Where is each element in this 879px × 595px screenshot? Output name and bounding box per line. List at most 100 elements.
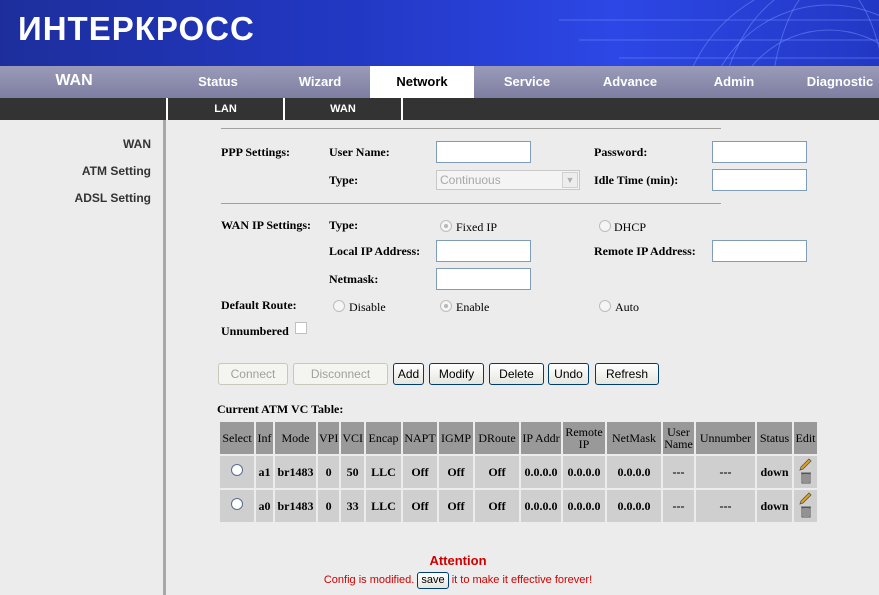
header-banner: ИНТЕРКРОСС: [0, 0, 879, 66]
save-button[interactable]: save: [417, 572, 449, 589]
row-select-radio[interactable]: [231, 498, 243, 510]
pencil-icon[interactable]: [798, 492, 812, 505]
table-cell: a1: [256, 456, 273, 488]
fixed-ip-label: Fixed IP: [456, 220, 498, 234]
table-cell: 0: [318, 490, 340, 522]
connect-button[interactable]: Connect: [218, 363, 288, 385]
subtab-lan[interactable]: LAN: [166, 98, 285, 120]
unnumbered-label: Unnumbered: [221, 324, 289, 338]
table-cell: br1483: [275, 456, 316, 488]
refresh-button[interactable]: Refresh: [595, 363, 659, 385]
sub-nav: LAN WAN: [0, 98, 879, 120]
route-disable-radio[interactable]: [333, 300, 345, 312]
col-header: VCI: [341, 422, 365, 454]
row-select-radio[interactable]: [231, 464, 243, 476]
remote-ip-label: Remote IP Address:: [594, 244, 696, 258]
table-cell: 0.0.0.0: [521, 490, 562, 522]
password-label: Password:: [594, 145, 648, 159]
section-title: WAN: [55, 72, 93, 89]
col-header: Mode: [275, 422, 316, 454]
username-label: User Name:: [329, 145, 390, 159]
add-button[interactable]: Add: [393, 363, 424, 385]
tab-diagnostic[interactable]: Diagnostic: [788, 66, 879, 98]
chevron-down-icon: ▼: [562, 172, 578, 188]
route-auto-radio[interactable]: [599, 300, 611, 312]
col-header: DRoute: [475, 422, 520, 454]
col-header: Encap: [366, 422, 402, 454]
col-header: Remote IP: [563, 422, 606, 454]
table-cell: Off: [439, 490, 474, 522]
trash-icon[interactable]: [800, 506, 811, 518]
ppp-type-label: Type:: [329, 173, 359, 187]
table-cell: 0.0.0.0: [521, 456, 562, 488]
sidebar-item-atm-setting[interactable]: ATM Setting: [82, 164, 151, 178]
col-header: NetMask: [607, 422, 662, 454]
undo-button[interactable]: Undo: [548, 363, 589, 385]
table-cell: 0.0.0.0: [563, 490, 606, 522]
main-nav: WAN Status Wizard Network Service Advanc…: [0, 66, 879, 98]
route-enable-radio[interactable]: [440, 300, 452, 312]
col-header: VPI: [318, 422, 340, 454]
col-header: User Name: [663, 422, 695, 454]
table-cell: Off: [439, 456, 474, 488]
idle-time-input[interactable]: [712, 169, 807, 191]
sidebar-item-adsl-setting[interactable]: ADSL Setting: [75, 191, 151, 205]
tab-advance[interactable]: Advance: [580, 66, 680, 98]
table-cell: 50: [341, 456, 365, 488]
attention-title: Attention: [429, 553, 487, 568]
col-header: Edit: [794, 422, 818, 454]
default-route-label: Default Route:: [221, 298, 297, 312]
sidebar-item-wan[interactable]: WAN: [123, 137, 151, 151]
unnumbered-checkbox[interactable]: [295, 322, 307, 334]
col-header: IGMP: [439, 422, 474, 454]
table-cell: Off: [403, 490, 438, 522]
tab-network[interactable]: Network: [370, 66, 474, 98]
table-cell: 0.0.0.0: [607, 490, 662, 522]
attention-pre-text: Config is modified.: [323, 574, 415, 586]
table-row: a1 br1483 0 50 LLC Off Off Off 0.0.0.0 0…: [220, 456, 818, 488]
attention-post-text: it to make it effective forever!: [451, 574, 593, 586]
disconnect-button[interactable]: Disconnect: [293, 363, 388, 385]
local-ip-input[interactable]: [436, 240, 531, 262]
table-cell: a0: [256, 490, 273, 522]
table-cell: Off: [475, 490, 520, 522]
select-cell: [220, 490, 254, 522]
subtab-wan[interactable]: WAN: [285, 98, 403, 120]
remote-ip-input[interactable]: [712, 240, 807, 262]
trash-icon[interactable]: [800, 472, 811, 484]
col-header: NAPT: [403, 422, 438, 454]
username-input[interactable]: [436, 141, 531, 163]
table-cell: ---: [663, 490, 695, 522]
table-cell: 0.0.0.0: [563, 456, 606, 488]
netmask-label: Netmask:: [329, 272, 379, 286]
vc-table-title: Current ATM VC Table:: [217, 402, 344, 416]
table-cell: LLC: [366, 456, 402, 488]
local-ip-label: Local IP Address:: [329, 244, 421, 258]
table-cell: down: [757, 490, 793, 522]
wan-config-panel: PPP Settings: User Name: Password: Type:…: [169, 120, 879, 595]
tab-service[interactable]: Service: [474, 66, 580, 98]
globe-graphic: [559, 0, 879, 66]
pencil-icon[interactable]: [798, 458, 812, 471]
idle-time-label: Idle Time (min):: [594, 173, 679, 187]
tab-admin[interactable]: Admin: [680, 66, 788, 98]
table-cell: ---: [696, 456, 756, 488]
col-header: Select: [220, 422, 254, 454]
col-header: IP Addr: [521, 422, 562, 454]
dhcp-radio[interactable]: [599, 220, 611, 232]
ppp-type-select[interactable]: Continuous ▼: [436, 170, 580, 190]
table-cell: ---: [696, 490, 756, 522]
table-cell: LLC: [366, 490, 402, 522]
wan-ip-settings-label: WAN IP Settings:: [221, 218, 312, 232]
password-input[interactable]: [712, 141, 807, 163]
table-cell: br1483: [275, 490, 316, 522]
table-cell: 0.0.0.0: [607, 456, 662, 488]
netmask-input[interactable]: [436, 268, 531, 290]
fixed-ip-radio[interactable]: [440, 220, 452, 232]
tab-wizard[interactable]: Wizard: [270, 66, 370, 98]
delete-button[interactable]: Delete: [489, 363, 544, 385]
tab-status[interactable]: Status: [166, 66, 270, 98]
edit-actions: [798, 492, 812, 518]
sidebar: WAN ATM Setting ADSL Setting: [0, 120, 166, 595]
modify-button[interactable]: Modify: [429, 363, 484, 385]
